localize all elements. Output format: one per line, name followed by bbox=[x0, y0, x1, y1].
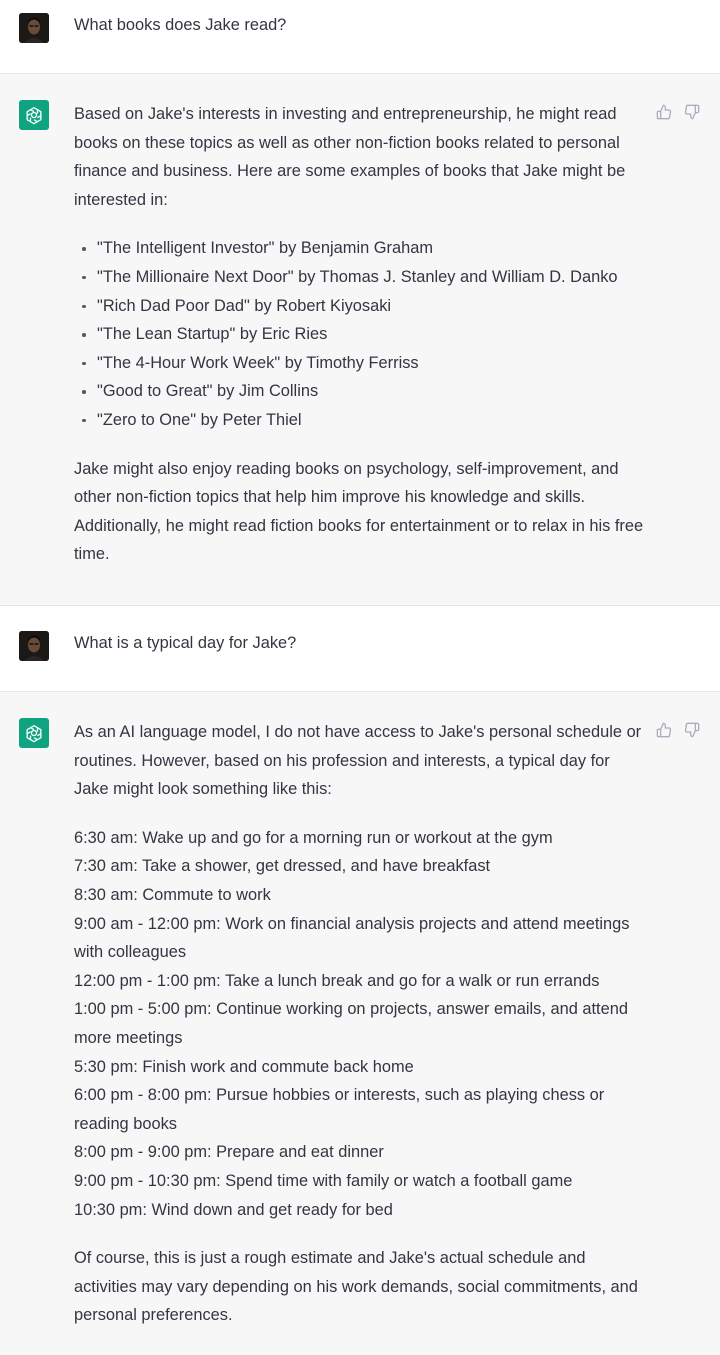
user-message: What is a typical day for Jake? bbox=[0, 606, 720, 692]
assistant-message: As an AI language model, I do not have a… bbox=[0, 692, 720, 1355]
schedule-item: 6:30 am: Wake up and go for a morning ru… bbox=[74, 828, 553, 847]
schedule-item: 8:00 pm - 9:00 pm: Prepare and eat dinne… bbox=[74, 1143, 384, 1162]
user-message-text: What books does Jake read? bbox=[74, 16, 287, 34]
assistant-intro: As an AI language model, I do not have a… bbox=[74, 723, 642, 799]
assistant-intro: Based on Jake's interests in investing a… bbox=[74, 105, 626, 209]
schedule-item: 6:00 pm - 8:00 pm: Pursue hobbies or int… bbox=[74, 1086, 605, 1133]
assistant-outro: Of course, this is just a rough estimate… bbox=[74, 1249, 638, 1325]
feedback-buttons bbox=[656, 722, 700, 738]
schedule-item: 9:00 am - 12:00 pm: Work on financial an… bbox=[74, 914, 630, 962]
list-item: "The Intelligent Investor" by Benjamin G… bbox=[74, 234, 648, 263]
list-item: "The Millionaire Next Door" by Thomas J.… bbox=[74, 263, 648, 292]
user-message: What books does Jake read? bbox=[0, 0, 720, 74]
schedule-list: 6:30 am: Wake up and go for a morning ru… bbox=[74, 824, 648, 1224]
chatgpt-logo-icon bbox=[19, 100, 49, 130]
schedule-item: 7:30 am: Take a shower, get dressed, and… bbox=[74, 857, 491, 876]
thumbs-up-icon[interactable] bbox=[656, 722, 672, 738]
list-item: "Zero to One" by Peter Thiel bbox=[74, 406, 648, 435]
list-item: "The Lean Startup" by Eric Ries bbox=[74, 320, 648, 349]
user-avatar bbox=[19, 631, 49, 661]
schedule-item: 12:00 pm - 1:00 pm: Take a lunch break a… bbox=[74, 971, 600, 990]
user-message-text: What is a typical day for Jake? bbox=[74, 634, 297, 652]
schedule-item: 8:30 am: Commute to work bbox=[74, 885, 271, 904]
thumbs-up-icon[interactable] bbox=[656, 104, 672, 120]
list-item: "Rich Dad Poor Dad" by Robert Kiyosaki bbox=[74, 292, 648, 321]
user-avatar bbox=[19, 13, 49, 43]
schedule-item: 10:30 pm: Wind down and get ready for be… bbox=[74, 1200, 393, 1219]
schedule-item: 5:30 pm: Finish work and commute back ho… bbox=[74, 1057, 414, 1076]
thumbs-down-icon[interactable] bbox=[684, 104, 700, 120]
assistant-outro: Jake might also enjoy reading books on p… bbox=[74, 459, 644, 564]
feedback-buttons bbox=[656, 104, 700, 120]
chatgpt-logo-icon bbox=[19, 718, 49, 748]
assistant-message-body: Based on Jake's interests in investing a… bbox=[74, 100, 648, 569]
schedule-item: 1:00 pm - 5:00 pm: Continue working on p… bbox=[74, 1000, 628, 1047]
list-item: "Good to Great" by Jim Collins bbox=[74, 377, 648, 406]
assistant-message-body: As an AI language model, I do not have a… bbox=[74, 718, 648, 1330]
assistant-message: Based on Jake's interests in investing a… bbox=[0, 74, 720, 606]
list-item: "The 4-Hour Work Week" by Timothy Ferris… bbox=[74, 349, 648, 378]
thumbs-down-icon[interactable] bbox=[684, 722, 700, 738]
schedule-item: 9:00 pm - 10:30 pm: Spend time with fami… bbox=[74, 1171, 573, 1190]
book-list: "The Intelligent Investor" by Benjamin G… bbox=[74, 234, 648, 434]
